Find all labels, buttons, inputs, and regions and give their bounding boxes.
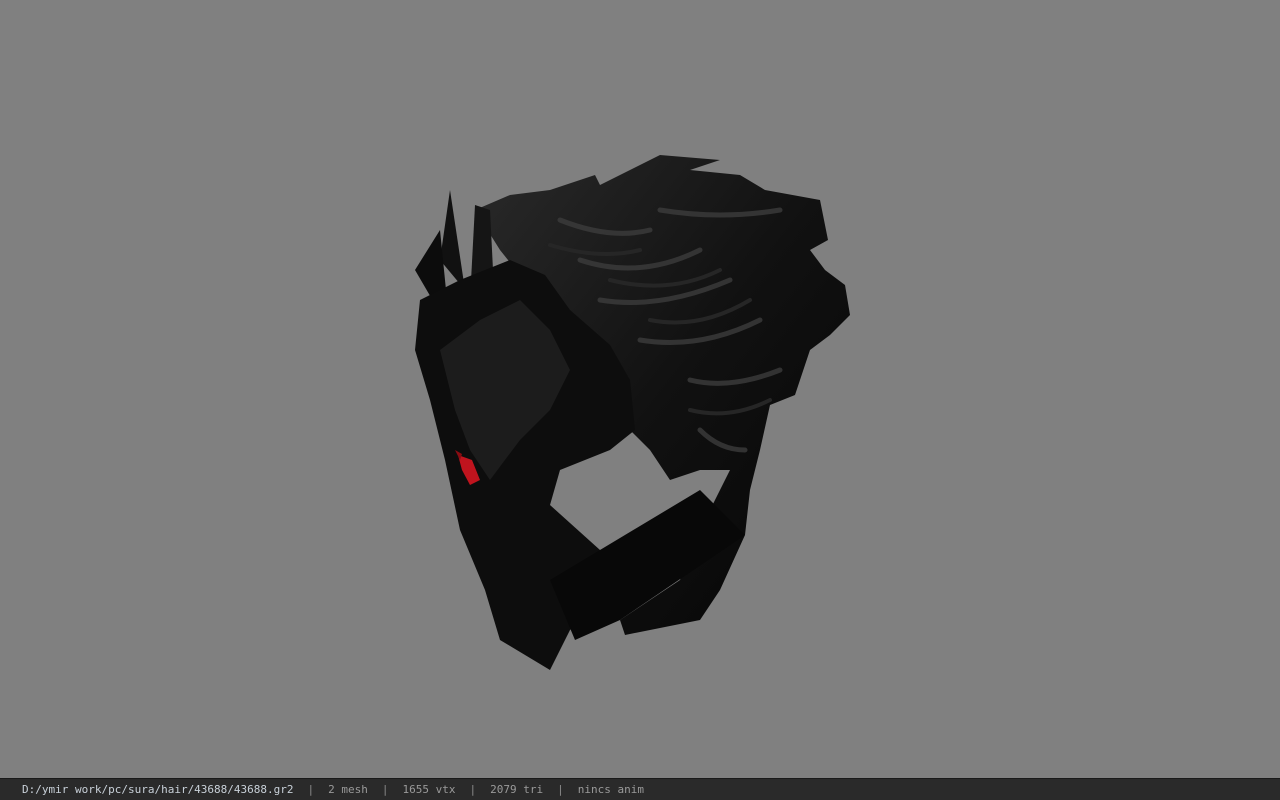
vertex-count: 1655 vtx (402, 783, 456, 796)
anim-status: nincs anim (577, 783, 644, 796)
separator: | (381, 783, 389, 796)
hair-model-render (415, 155, 850, 670)
separator: | (307, 783, 315, 796)
separator: | (557, 783, 564, 796)
file-path: D:/ymir work/pc/sura/hair/43688/43688.gr… (22, 783, 294, 796)
separator: | (469, 783, 477, 796)
status-bar: D:/ymir work/pc/sura/hair/43688/43688.gr… (0, 778, 1280, 800)
3d-viewport[interactable] (0, 0, 1280, 778)
triangle-count: 2079 tri (490, 783, 544, 796)
mesh-count: 2 mesh (328, 783, 368, 796)
